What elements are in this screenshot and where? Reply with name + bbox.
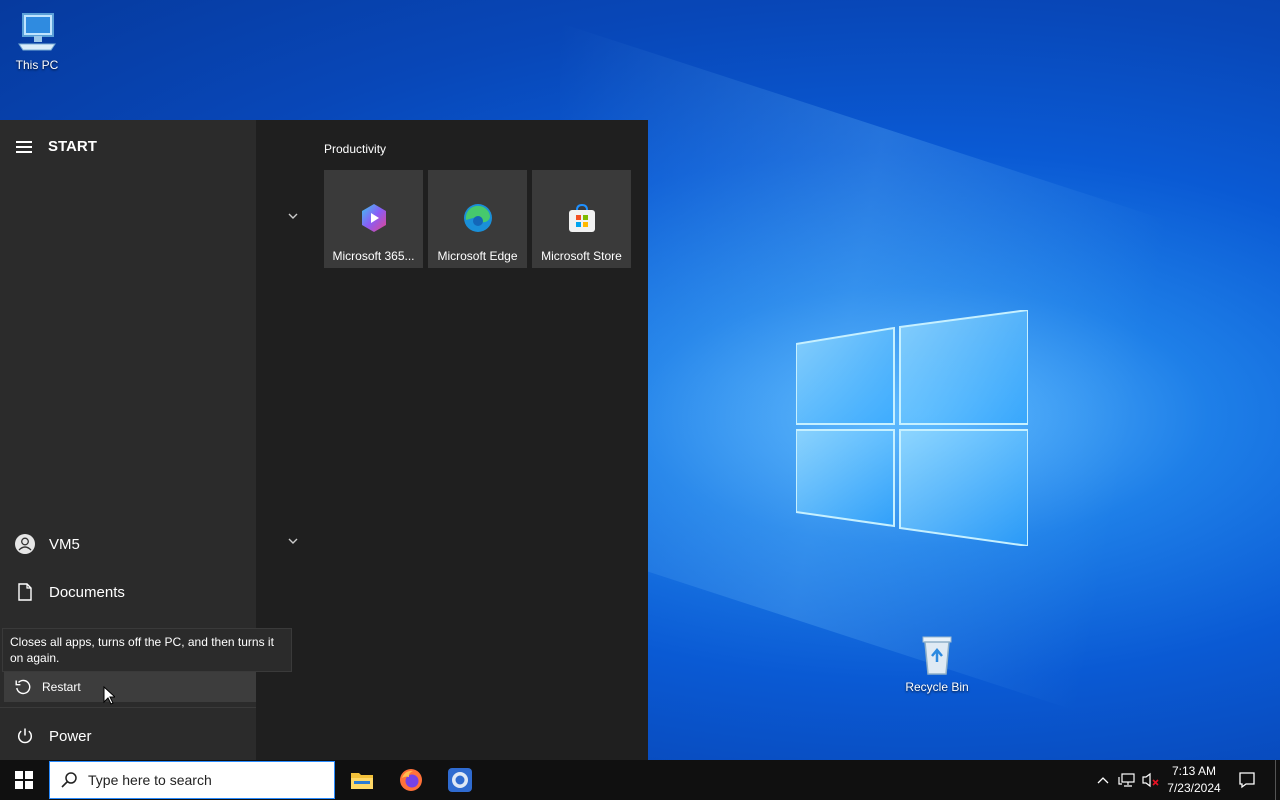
- restart-tooltip: Closes all apps, turns off the PC, and t…: [2, 628, 292, 672]
- tile-label: Microsoft Edge: [437, 249, 518, 263]
- document-icon: [17, 583, 32, 601]
- documents-label: Documents: [49, 583, 125, 601]
- power-divider: [0, 707, 256, 708]
- taskbar-file-explorer[interactable]: [338, 760, 386, 800]
- firefox-icon: [400, 769, 422, 791]
- desktop-icon-label: This PC: [15, 58, 59, 72]
- start-user-account[interactable]: VM5: [0, 522, 256, 566]
- desktop-icon-this-pc[interactable]: This PC: [0, 10, 77, 72]
- tile-microsoft-edge[interactable]: Microsoft Edge: [428, 170, 527, 268]
- start-button[interactable]: [0, 760, 48, 800]
- desktop-icon-label: Recycle Bin: [905, 680, 969, 694]
- taskbar-chrome[interactable]: [436, 760, 484, 800]
- power-icon: [17, 728, 32, 744]
- tile-group-title: Productivity: [324, 142, 387, 156]
- start-documents[interactable]: Documents: [0, 570, 256, 614]
- taskbar: Type here to search 7:13 AM 7/23/2024: [0, 760, 1280, 800]
- show-desktop-button[interactable]: [1275, 760, 1276, 800]
- user-name-label: VM5: [49, 535, 80, 553]
- mouse-cursor-icon: [103, 686, 115, 705]
- start-title: START: [48, 138, 97, 155]
- hamburger-menu-icon[interactable]: [16, 140, 32, 153]
- power-button[interactable]: Power: [0, 714, 256, 758]
- start-menu: START VM5 Documents Restart Power Closes…: [0, 120, 648, 760]
- chevron-up-icon: [1097, 777, 1109, 784]
- chevron-down-icon[interactable]: [287, 212, 299, 220]
- search-icon: [61, 772, 77, 788]
- windows-start-icon: [15, 771, 33, 789]
- desktop-icon-recycle-bin[interactable]: Recycle Bin: [897, 632, 977, 694]
- tile-label: Microsoft Store: [541, 249, 622, 263]
- tile-microsoft-store[interactable]: Microsoft Store: [532, 170, 631, 268]
- computer-icon: [18, 13, 56, 51]
- action-center-button[interactable]: [1232, 760, 1262, 800]
- notification-icon: [1239, 772, 1255, 789]
- chrome-icon: [448, 768, 472, 792]
- restart-button[interactable]: Restart: [4, 672, 256, 702]
- taskbar-clock[interactable]: 7:13 AM 7/23/2024: [1160, 763, 1228, 797]
- windows-wallpaper-logo: [796, 310, 1028, 546]
- start-header: START: [16, 138, 97, 155]
- user-icon: [14, 534, 35, 554]
- recycle-bin-icon: [922, 636, 952, 675]
- tile-microsoft-365[interactable]: Microsoft 365...: [324, 170, 423, 268]
- network-tray-button[interactable]: [1116, 760, 1138, 800]
- tile-label: Microsoft 365...: [332, 249, 415, 263]
- search-placeholder: Type here to search: [88, 772, 212, 788]
- clock-date: 7/23/2024: [1167, 781, 1221, 795]
- show-hidden-icons-button[interactable]: [1094, 760, 1112, 800]
- store-icon: [569, 203, 595, 232]
- power-label: Power: [49, 727, 92, 745]
- microsoft-365-icon: [362, 204, 386, 232]
- volume-tray-button[interactable]: [1140, 760, 1162, 800]
- volume-muted-icon: [1142, 772, 1159, 788]
- taskbar-firefox[interactable]: [387, 760, 435, 800]
- restart-icon: [15, 679, 31, 695]
- clock-time: 7:13 AM: [1171, 764, 1217, 778]
- edge-icon: [464, 204, 492, 232]
- chevron-down-icon[interactable]: [287, 537, 299, 545]
- network-icon: [1118, 773, 1135, 787]
- taskbar-search-box[interactable]: Type here to search: [49, 761, 335, 799]
- file-explorer-icon: [351, 773, 373, 789]
- restart-label: Restart: [42, 680, 81, 694]
